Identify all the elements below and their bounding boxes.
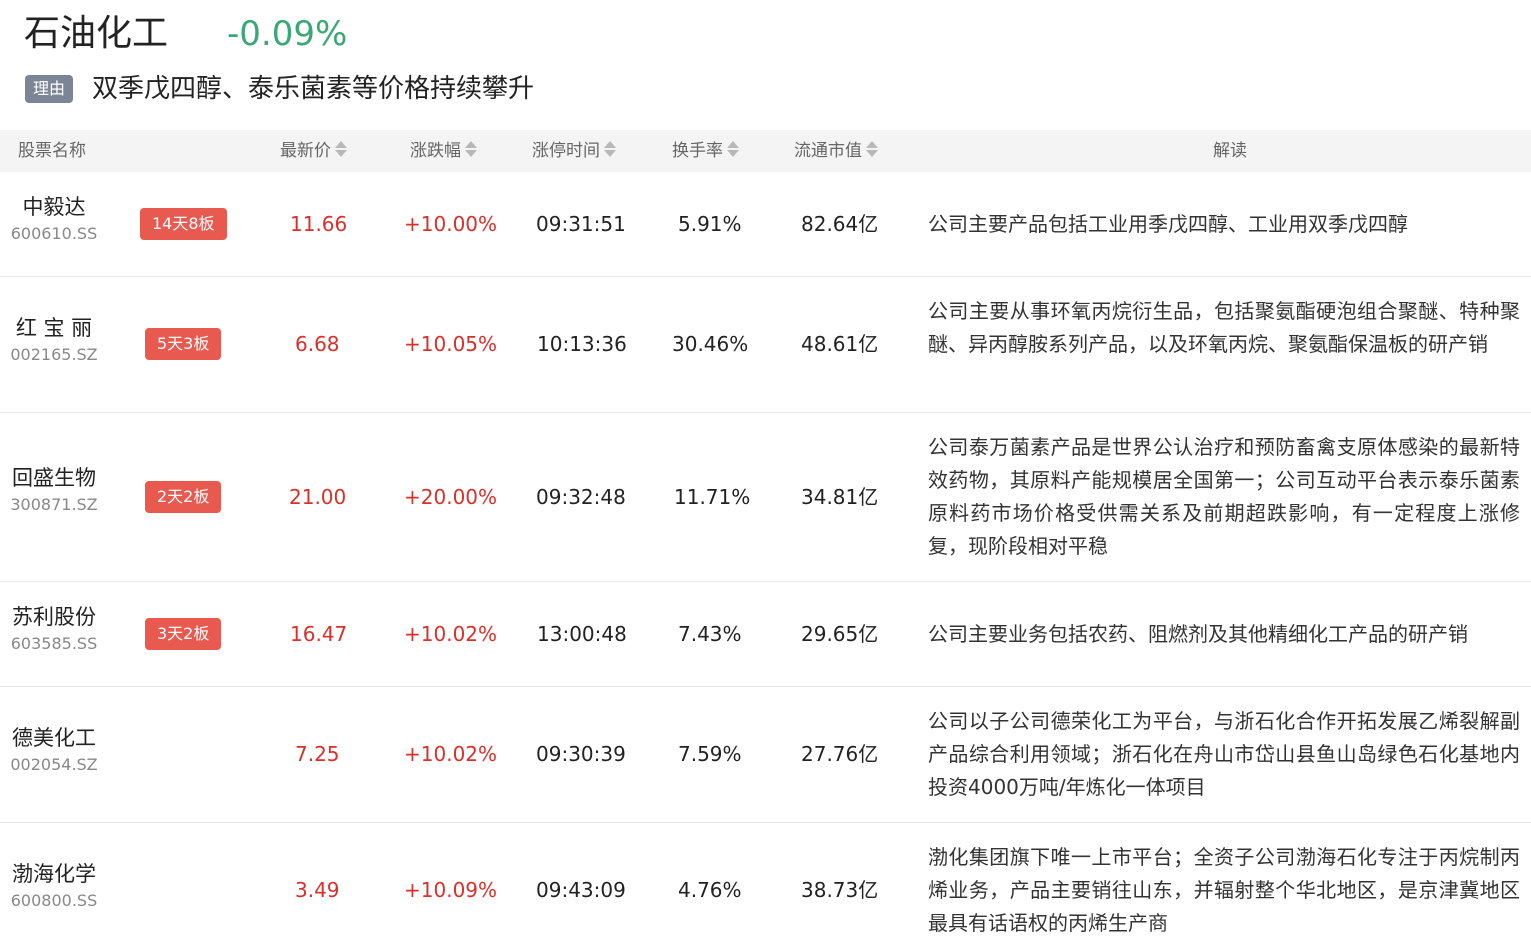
stock-name[interactable]: 苏利股份 — [0, 602, 108, 632]
price: 6.68 — [295, 332, 340, 356]
change-pct: +10.02% — [404, 622, 498, 646]
analysis-text: 公司以子公司德荣化工为平台，与浙石化合作开拓发展乙烯裂解副产品综合利用领域；浙石… — [928, 709, 1520, 799]
col-stock-name: 股票名称 — [18, 141, 86, 161]
stock-code: 002054.SZ — [10, 755, 98, 774]
stock-code: 600610.SS — [10, 224, 98, 243]
analysis-text: 公司主要从事环氧丙烷衍生品，包括聚氨酯硬泡组合聚醚、特种聚醚、异丙醇胺系列产品，… — [928, 299, 1520, 356]
stock-name[interactable]: 回盛生物 — [0, 463, 108, 493]
sector-title: 石油化工 — [24, 13, 169, 54]
stock-code: 600800.SS — [10, 891, 98, 910]
col-price[interactable]: 最新价 — [280, 130, 347, 172]
col-change[interactable]: 涨跌幅 — [410, 130, 477, 172]
stock-name-cell[interactable]: 苏利股份 603585.SS — [0, 602, 108, 656]
price: 3.49 — [295, 878, 340, 902]
analysis-text: 公司主要业务包括农药、阻燃剂及其他精细化工产品的研产销 — [928, 622, 1468, 646]
sort-icon[interactable] — [334, 140, 347, 158]
limit-time: 09:32:48 — [536, 485, 626, 509]
table-row[interactable]: 苏利股份 603585.SS 3天2板 16.47 +10.02% 13:00:… — [0, 582, 1531, 687]
change-pct: +20.00% — [404, 485, 498, 509]
stock-name-cell[interactable]: 红 宝 丽 002165.SZ — [0, 313, 108, 367]
stock-name-cell[interactable]: 中毅达 600610.SS — [0, 192, 108, 246]
stock-name[interactable]: 中毅达 — [0, 192, 108, 222]
stock-name[interactable]: 红 宝 丽 — [0, 313, 108, 343]
turnover: 11.71% — [674, 485, 751, 509]
stock-name-cell[interactable]: 渤海化学 600800.SS — [0, 859, 108, 913]
reason-text: 双季戊四醇、泰乐菌素等价格持续攀升 — [92, 74, 535, 104]
reason-badge: 理由 — [25, 75, 73, 103]
table-row[interactable]: 回盛生物 300871.SZ 2天2板 21.00 +20.00% 09:32:… — [0, 413, 1531, 582]
change-pct: +10.05% — [404, 332, 498, 356]
market-cap: 27.76亿 — [801, 742, 879, 766]
market-cap: 38.73亿 — [801, 878, 879, 902]
analysis-text: 渤化集团旗下唯一上市平台；全资子公司渤海石化专注于丙烷制丙烯业务，产品主要销往山… — [928, 845, 1520, 935]
turnover: 7.59% — [678, 742, 742, 766]
board-tag: 5天3板 — [145, 328, 222, 360]
limit-time: 09:30:39 — [536, 742, 626, 766]
table-row[interactable]: 德美化工 002054.SZ 7.25 +10.02% 09:30:39 7.5… — [0, 687, 1531, 823]
stock-name-cell[interactable]: 回盛生物 300871.SZ — [0, 463, 108, 517]
sort-icon[interactable] — [464, 140, 477, 158]
turnover: 4.76% — [678, 878, 742, 902]
sort-icon[interactable] — [865, 140, 878, 158]
stock-code: 603585.SS — [10, 634, 98, 653]
price: 7.25 — [295, 742, 340, 766]
board-tag: 3天2板 — [145, 618, 222, 650]
sort-icon[interactable] — [726, 140, 739, 158]
board-tag: 14天8板 — [140, 208, 227, 240]
col-limit-time[interactable]: 涨停时间 — [532, 130, 616, 172]
price: 16.47 — [290, 622, 348, 646]
sort-icon[interactable] — [603, 140, 616, 158]
turnover: 5.91% — [678, 212, 742, 236]
turnover: 30.46% — [672, 332, 749, 356]
price: 21.00 — [289, 485, 347, 509]
market-cap: 34.81亿 — [801, 485, 879, 509]
limit-time: 09:31:51 — [536, 212, 626, 236]
stock-code: 002165.SZ — [10, 345, 98, 364]
stock-name-cell[interactable]: 德美化工 002054.SZ — [0, 723, 108, 777]
market-cap: 29.65亿 — [801, 622, 879, 646]
board-tag: 2天2板 — [145, 481, 222, 513]
table-row[interactable]: 红 宝 丽 002165.SZ 5天3板 6.68 +10.05% 10:13:… — [0, 277, 1531, 413]
stock-name[interactable]: 德美化工 — [0, 723, 108, 753]
col-analysis: 解读 — [1213, 141, 1247, 161]
limit-time: 09:43:09 — [536, 878, 626, 902]
sector-change: -0.09% — [227, 14, 348, 54]
limit-time: 13:00:48 — [537, 622, 627, 646]
analysis-text: 公司主要产品包括工业用季戊四醇、工业用双季戊四醇 — [928, 212, 1408, 236]
col-market-cap[interactable]: 流通市值 — [794, 130, 878, 172]
analysis-text: 公司泰万菌素产品是世界公认治疗和预防畜禽支原体感染的最新特效药物，其原料产能规模… — [928, 435, 1520, 558]
col-turnover[interactable]: 换手率 — [672, 130, 739, 172]
market-cap: 82.64亿 — [801, 212, 879, 236]
change-pct: +10.02% — [404, 742, 498, 766]
table-header: 股票名称 最新价 涨跌幅 涨停时间 换手率 流通市值 解读 — [0, 130, 1531, 172]
turnover: 7.43% — [678, 622, 742, 646]
sector-header: 石油化工 -0.09% 理由 双季戊四醇、泰乐菌素等价格持续攀升 — [0, 0, 1531, 130]
price: 11.66 — [290, 212, 348, 236]
market-cap: 48.61亿 — [801, 332, 879, 356]
change-pct: +10.09% — [404, 878, 498, 902]
change-pct: +10.00% — [404, 212, 498, 236]
table-row[interactable]: 渤海化学 600800.SS 3.49 +10.09% 09:43:09 4.7… — [0, 823, 1531, 948]
table-row[interactable]: 中毅达 600610.SS 14天8板 11.66 +10.00% 09:31:… — [0, 172, 1531, 277]
stock-name[interactable]: 渤海化学 — [0, 859, 108, 889]
stock-code: 300871.SZ — [10, 495, 98, 514]
limit-time: 10:13:36 — [537, 332, 627, 356]
